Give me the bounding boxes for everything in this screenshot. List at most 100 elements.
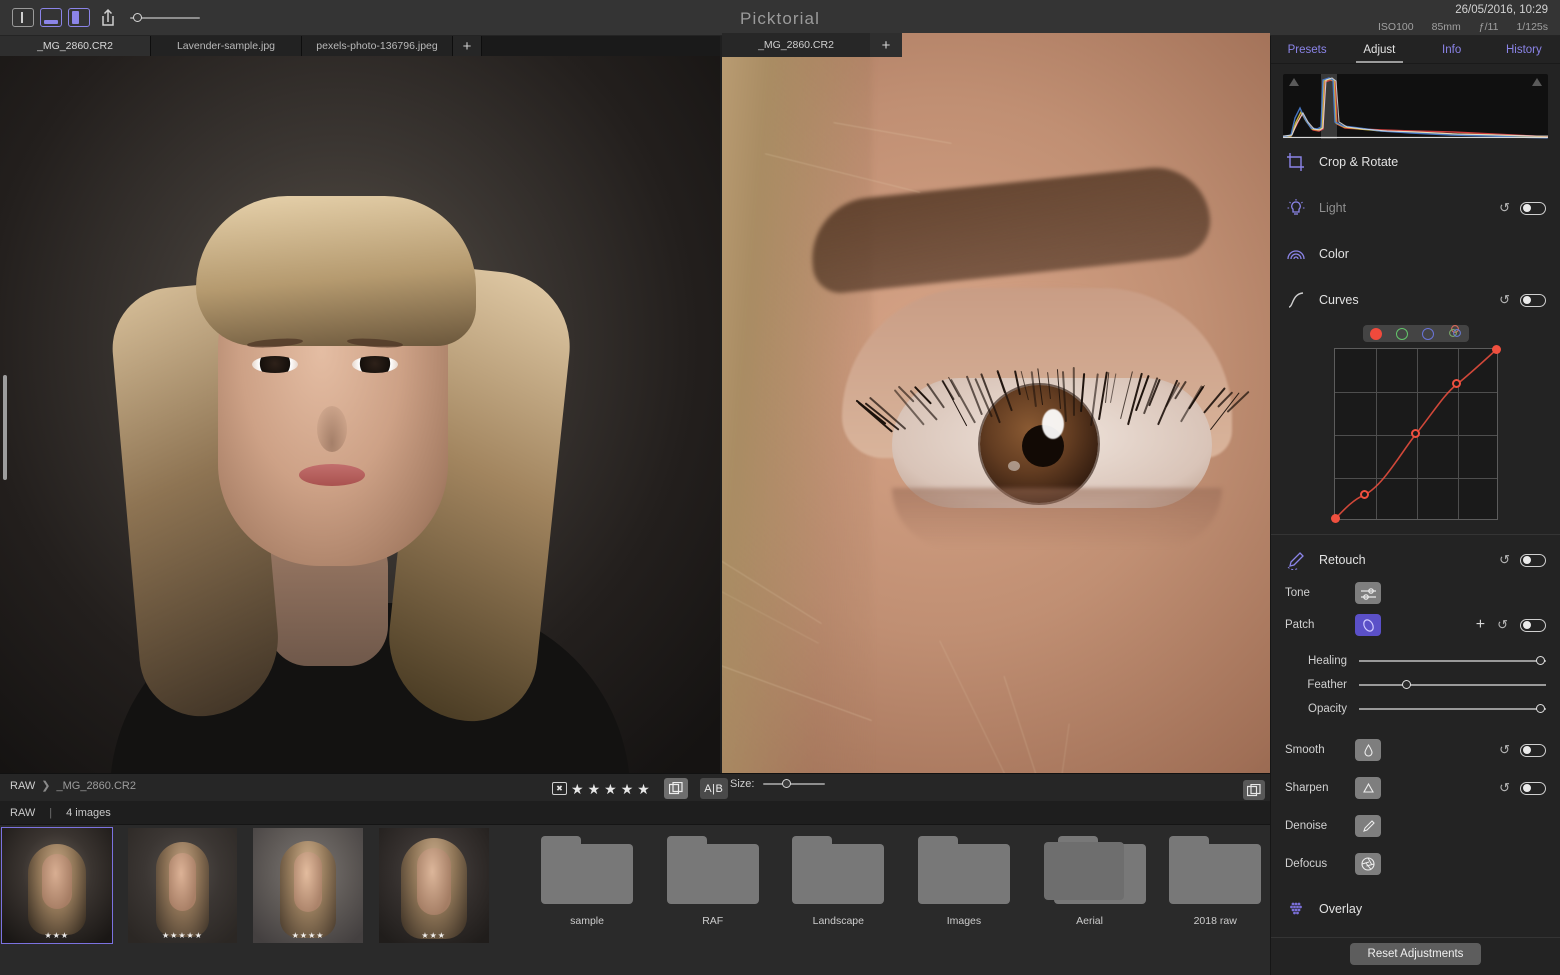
folder-2018-raw[interactable]: 2018 raw [1160, 828, 1270, 927]
opacity-slider[interactable] [1359, 703, 1546, 715]
exif-focal: 85mm [1432, 20, 1461, 34]
curves-editor[interactable] [1334, 348, 1498, 520]
retouch-toggle[interactable] [1520, 554, 1546, 567]
filmstrip-divider: | [49, 807, 52, 819]
tab-pexels-photo[interactable]: pexels-photo-136796.jpeg [302, 36, 453, 56]
thumbnail-4-rating: ★★★ [379, 931, 489, 940]
macro-eyelashes [872, 353, 1242, 473]
reset-adjustments-button[interactable]: Reset Adjustments [1350, 943, 1482, 965]
patch-icon[interactable] [1355, 614, 1381, 636]
rating-controls: ✖ ★ ★ ★ ★ ★ A|B [552, 778, 728, 799]
light-toggle[interactable] [1520, 202, 1546, 215]
folder-label: Landscape [784, 915, 894, 927]
sharpen-triangle-icon[interactable] [1355, 777, 1381, 799]
thumbnail-3-rating: ★★★★ [253, 931, 363, 940]
size-label: Size: [730, 778, 754, 790]
folder-sample[interactable]: sample [532, 828, 642, 927]
tone-sliders-icon[interactable] [1355, 582, 1381, 604]
folder-raf[interactable]: RAF [658, 828, 768, 927]
folder-label: sample [532, 915, 642, 927]
top-bar: Picktorial 26/05/2016, 10:29 ISO100 85mm… [0, 0, 1560, 36]
section-crop-rotate[interactable]: Crop & Rotate [1271, 139, 1560, 185]
breadcrumb-separator-icon: ❯ [41, 779, 50, 792]
defocus-aperture-icon[interactable] [1355, 853, 1381, 875]
ab-compare-button[interactable]: A|B [700, 778, 728, 799]
healing-slider-row: Healing [1271, 649, 1560, 673]
breadcrumb: RAW ❯ _MG_2860.CR2 [10, 779, 136, 792]
tab-history[interactable]: History [1488, 36, 1560, 63]
folder-images[interactable]: Images [909, 828, 1019, 927]
filmstrip-source[interactable]: RAW [10, 807, 35, 819]
secondary-fit-button[interactable] [1243, 780, 1265, 800]
star-2[interactable]: ★ [588, 782, 601, 796]
red-channel-icon[interactable] [1370, 328, 1382, 340]
star-3[interactable]: ★ [604, 782, 617, 796]
denoise-brush-icon[interactable] [1355, 815, 1381, 837]
curve-point-2[interactable] [1411, 429, 1420, 438]
section-retouch[interactable]: Retouch ↺ [1271, 543, 1560, 577]
blue-channel-icon[interactable] [1422, 328, 1434, 340]
sharpen-reset-icon[interactable]: ↺ [1499, 780, 1510, 796]
star-1[interactable]: ★ [571, 782, 584, 796]
smooth-toggle[interactable] [1520, 744, 1546, 757]
section-light[interactable]: Light ↺ [1271, 185, 1560, 231]
size-slider-control: Size: [730, 778, 825, 790]
add-tab-button[interactable]: + [453, 36, 482, 56]
rgb-channel-icon[interactable] [1448, 324, 1462, 343]
tab-info[interactable]: Info [1416, 36, 1488, 63]
size-slider[interactable] [763, 783, 825, 785]
curve-point-3[interactable] [1452, 379, 1461, 388]
healing-slider[interactable] [1359, 655, 1546, 667]
portrait-nose [317, 406, 347, 452]
sharpen-toggle[interactable] [1520, 782, 1546, 795]
patch-reset-icon[interactable]: ↺ [1497, 617, 1508, 633]
secondary-add-tab-button[interactable]: + [870, 33, 902, 57]
tab-presets[interactable]: Presets [1271, 36, 1343, 63]
thumbnail-3[interactable]: ★★★★ [253, 828, 363, 943]
thumbnail-2[interactable]: ★★★★★ [128, 828, 238, 943]
curve-point-0[interactable] [1331, 514, 1340, 523]
portrait-eye-right [352, 356, 398, 373]
retouch-reset-icon[interactable]: ↺ [1499, 552, 1510, 568]
reject-flag-icon[interactable]: ✖ [552, 782, 567, 795]
thumbnail-1[interactable]: ★★★ [2, 828, 112, 943]
curve-channel-selector[interactable] [1363, 325, 1469, 342]
primary-image-canvas[interactable] [0, 56, 720, 773]
overlay-grid-icon [1285, 898, 1307, 920]
smooth-drop-icon[interactable] [1355, 739, 1381, 761]
folder-label: 2018 raw [1160, 915, 1270, 927]
secondary-tab-mg-2860[interactable]: _MG_2860.CR2 [722, 33, 870, 57]
feather-slider-row: Feather [1271, 673, 1560, 697]
thumbnail-1-rating: ★★★ [2, 931, 112, 940]
tool-defocus-row: Defocus [1271, 845, 1560, 883]
section-curves[interactable]: Curves ↺ [1271, 277, 1560, 323]
curves-reset-icon[interactable]: ↺ [1499, 292, 1510, 308]
section-color[interactable]: Color [1271, 231, 1560, 277]
section-overlay[interactable]: Overlay [1271, 887, 1560, 931]
patch-add-button[interactable]: + [1476, 617, 1485, 633]
feather-slider[interactable] [1359, 679, 1546, 691]
folder-aerial[interactable]: Aerial [1035, 828, 1145, 927]
picktorial-window: Picktorial 26/05/2016, 10:29 ISO100 85mm… [0, 0, 1560, 975]
light-reset-icon[interactable]: ↺ [1499, 200, 1510, 216]
tab-adjust[interactable]: Adjust [1343, 36, 1415, 63]
tab-lavender-sample[interactable]: Lavender-sample.jpg [151, 36, 302, 56]
star-4[interactable]: ★ [621, 782, 634, 796]
folder-landscape[interactable]: Landscape [784, 828, 894, 927]
compare-icon[interactable] [664, 778, 688, 799]
secondary-image-canvas[interactable] [722, 33, 1270, 773]
curve-point-4[interactable] [1492, 345, 1501, 354]
breadcrumb-root[interactable]: RAW [10, 780, 35, 792]
patch-toggle[interactable] [1520, 619, 1546, 632]
curves-toggle[interactable] [1520, 294, 1546, 307]
curve-point-1[interactable] [1360, 490, 1369, 499]
green-channel-icon[interactable] [1396, 328, 1408, 340]
thumbnail-4[interactable]: ★★★ [379, 828, 489, 943]
smooth-reset-icon[interactable]: ↺ [1499, 742, 1510, 758]
filmstrip[interactable]: ★★★ ★★★★★ ★★★★ ★★★ sample RAF Landscape … [0, 825, 1270, 975]
tab-mg-2860[interactable]: _MG_2860.CR2 [0, 36, 151, 56]
healing-label: Healing [1271, 655, 1359, 667]
panel-tab-bar: Presets Adjust Info History [1271, 36, 1560, 64]
star-5[interactable]: ★ [637, 782, 650, 796]
left-panel-drag-handle[interactable] [3, 375, 7, 480]
